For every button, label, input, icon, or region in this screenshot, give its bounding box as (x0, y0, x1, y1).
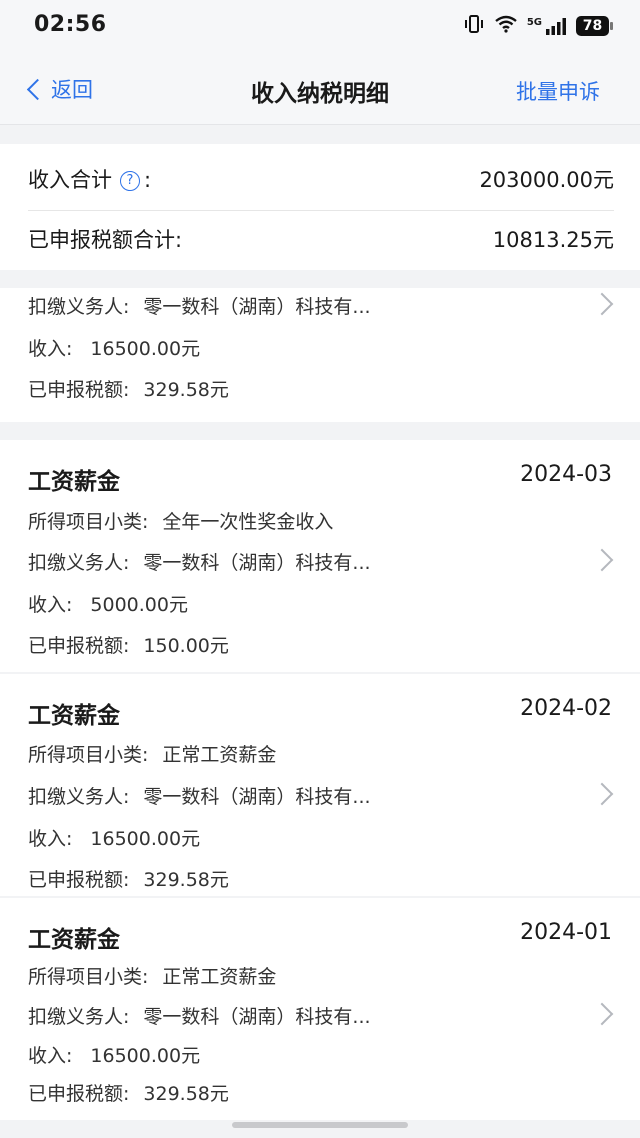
tax-line: 已申报税额: 329.58元 (28, 865, 229, 892)
signal-icon: 5G (527, 17, 567, 35)
withholder-label: 扣缴义务人: (28, 296, 130, 318)
status-time: 02:56 (34, 12, 107, 37)
income-line: 收入: 16500.00元 (28, 1041, 200, 1068)
record-title: 工资薪金 (28, 703, 120, 729)
chevron-right-icon (590, 782, 614, 806)
batch-appeal-button[interactable]: 批量申诉 (516, 76, 600, 106)
withholder-line: 扣缴义务人: 零一数科（湖南）科技有... (28, 548, 371, 575)
subcategory-label: 所得项目小类: (28, 966, 149, 988)
vibrate-icon (463, 14, 485, 38)
income-line: 收入: 16500.00元 (28, 824, 200, 851)
subcategory-value: 正常工资薪金 (162, 744, 277, 766)
subcategory-line: 所得项目小类: 正常工资薪金 (28, 740, 276, 767)
battery-icon: 78 (576, 16, 614, 36)
withholder-label: 扣缴义务人: (28, 1006, 130, 1028)
income-value: 16500.00元 (90, 1045, 201, 1067)
record-date: 2024-01 (520, 920, 612, 945)
withholder-value: 零一数科（湖南）科技有... (143, 296, 371, 318)
withholder-value: 零一数科（湖南）科技有... (143, 786, 371, 808)
income-total-colon: : (144, 168, 152, 192)
record-card[interactable]: 扣缴义务人: 零一数科（湖南）科技有... 收入: 16500.00元 已申报税额:… (0, 288, 640, 422)
wifi-icon (494, 15, 518, 37)
income-value: 16500.00元 (90, 338, 201, 360)
withholder-value: 零一数科（湖南）科技有... (143, 552, 371, 574)
status-bar: 02:56 5G 78 (0, 0, 640, 52)
tax-value: 329.58元 (143, 379, 229, 401)
tax-value: 329.58元 (143, 869, 229, 891)
withholder-line: 扣缴义务人: 零一数科（湖南）科技有... (28, 292, 371, 319)
tax-label: 已申报税额: (28, 1083, 130, 1105)
summary-card: 收入合计?: 203000.00元 已申报税额合计: 10813.25元 (0, 144, 640, 270)
nav-bar: 返回 收入纳税明细 批量申诉 (0, 52, 640, 125)
tax-value: 329.58元 (143, 1083, 229, 1105)
tax-line: 已申报税额: 329.58元 (28, 1079, 229, 1106)
tax-label: 已申报税额: (28, 379, 130, 401)
home-indicator (232, 1122, 408, 1128)
subcategory-line: 所得项目小类: 全年一次性奖金收入 (28, 507, 333, 534)
subcategory-label: 所得项目小类: (28, 511, 149, 533)
tax-label: 已申报税额: (28, 635, 130, 657)
withholder-label: 扣缴义务人: (28, 552, 130, 574)
withholder-line: 扣缴义务人: 零一数科（湖南）科技有... (28, 782, 371, 809)
tax-value: 150.00元 (143, 635, 229, 657)
income-label: 收入: (28, 338, 73, 360)
withholder-label: 扣缴义务人: (28, 786, 130, 808)
tax-line: 已申报税额: 329.58元 (28, 375, 229, 402)
tax-label: 已申报税额: (28, 869, 130, 891)
income-value: 16500.00元 (90, 828, 201, 850)
income-label: 收入: (28, 828, 73, 850)
income-value: 5000.00元 (90, 594, 188, 616)
record-title: 工资薪金 (28, 469, 120, 495)
chevron-right-icon (590, 292, 614, 316)
income-line: 收入: 5000.00元 (28, 590, 188, 617)
tax-line: 已申报税额: 150.00元 (28, 631, 229, 658)
withholder-value: 零一数科（湖南）科技有... (143, 1006, 371, 1028)
record-title: 工资薪金 (28, 927, 120, 953)
income-total-row: 收入合计?: 203000.00元 (28, 148, 614, 211)
income-total-label: 收入合计 (28, 168, 112, 192)
record-date: 2024-03 (520, 462, 612, 487)
withholder-line: 扣缴义务人: 零一数科（湖南）科技有... (28, 1002, 371, 1029)
income-label: 收入: (28, 1045, 73, 1067)
subcategory-label: 所得项目小类: (28, 744, 149, 766)
subcategory-value: 正常工资薪金 (162, 966, 277, 988)
battery-level: 78 (582, 18, 603, 34)
help-icon[interactable]: ? (120, 171, 140, 191)
chevron-right-icon (590, 548, 614, 572)
record-card[interactable]: 工资薪金 2024-02 所得项目小类: 正常工资薪金 扣缴义务人: 零一数科（湖南… (0, 674, 640, 896)
record-date: 2024-02 (520, 696, 612, 721)
tax-total-label: 已申报税额合计: (28, 228, 183, 252)
network-type: 5G (526, 17, 542, 28)
status-icons: 5G 78 (463, 14, 614, 38)
tax-total-value: 10813.25元 (492, 228, 614, 252)
record-card[interactable]: 工资薪金 2024-01 所得项目小类: 正常工资薪金 扣缴义务人: 零一数科（湖南… (0, 898, 640, 1120)
subcategory-value: 全年一次性奖金收入 (162, 511, 334, 533)
record-card[interactable]: 工资薪金 2024-03 所得项目小类: 全年一次性奖金收入 扣缴义务人: 零一数科… (0, 440, 640, 672)
tax-total-row: 已申报税额合计: 10813.25元 (28, 208, 614, 270)
income-total-label-group: 收入合计?: (28, 164, 151, 194)
income-label: 收入: (28, 594, 73, 616)
subcategory-line: 所得项目小类: 正常工资薪金 (28, 962, 276, 989)
income-line: 收入: 16500.00元 (28, 334, 200, 361)
chevron-right-icon (590, 1002, 614, 1026)
income-total-value: 203000.00元 (479, 168, 614, 192)
